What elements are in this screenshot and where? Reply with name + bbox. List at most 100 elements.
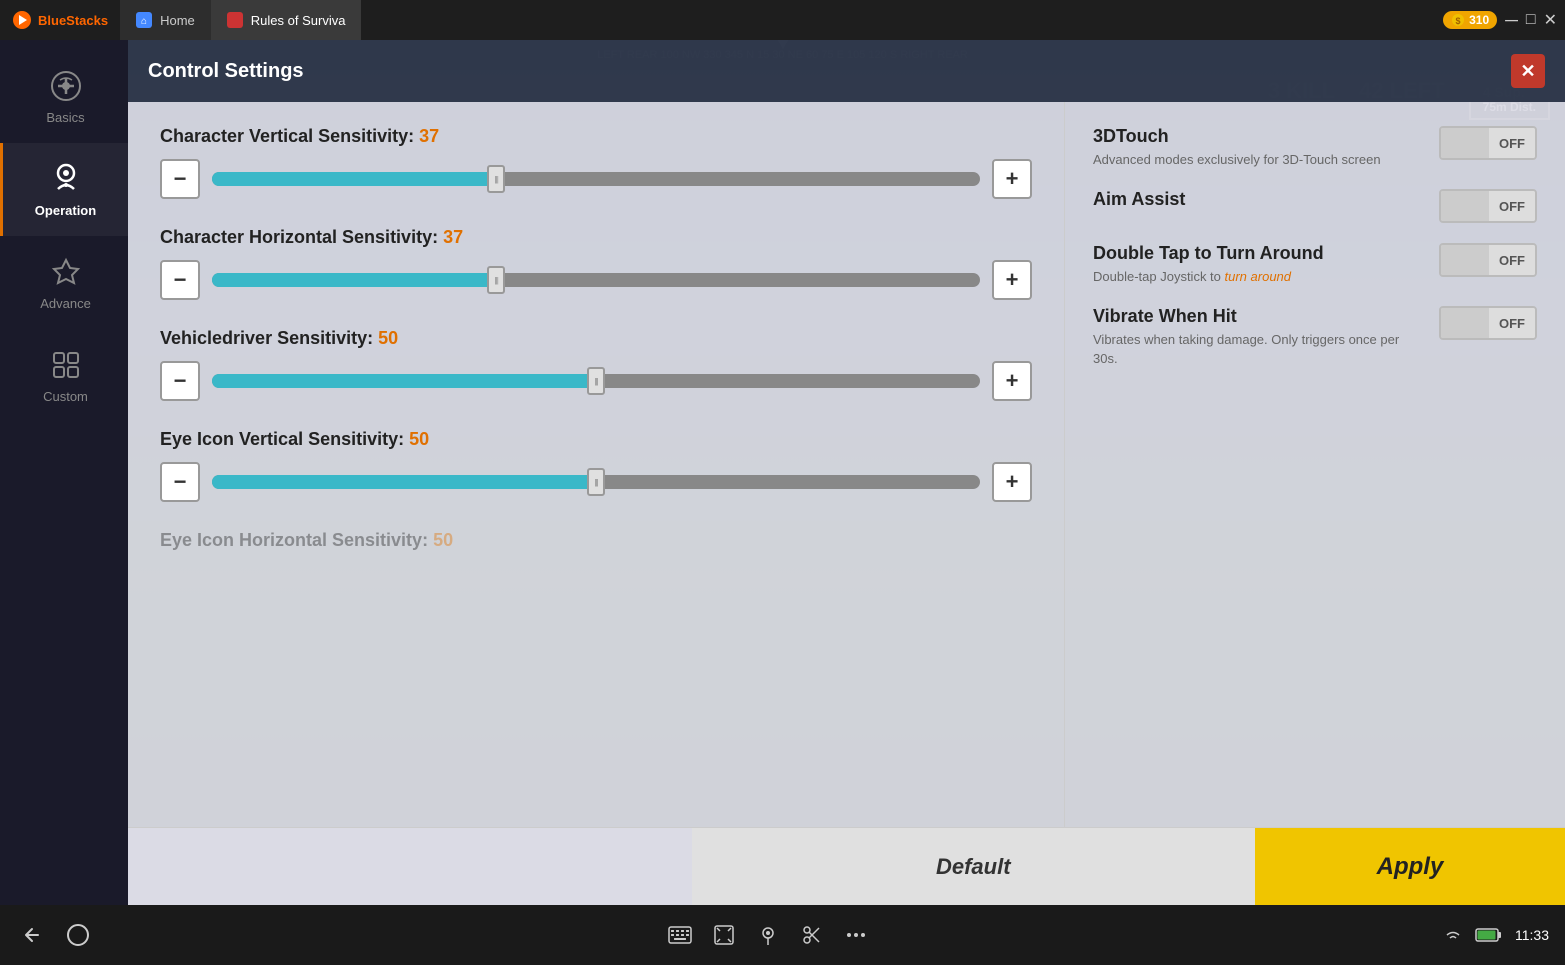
tab-game[interactable]: Rules of Surviva: [211, 0, 362, 40]
setting-eye-horiz: Eye Icon Horizontal Sensitivity: 50: [160, 530, 1032, 570]
3dtouch-desc: Advanced modes exclusively for 3D-Touch …: [1093, 151, 1427, 169]
double-tap-track: [1441, 245, 1489, 275]
bluestacks-logo: BlueStacks: [0, 10, 120, 30]
tab-home[interactable]: ⌂ Home: [120, 0, 211, 40]
eye-vert-slider[interactable]: [212, 475, 980, 489]
3dtouch-toggle[interactable]: OFF: [1439, 126, 1537, 160]
home-btn[interactable]: [64, 921, 92, 949]
vehicle-fill: [212, 374, 596, 388]
more-icon[interactable]: [842, 921, 870, 949]
aim-assist-off-label: OFF: [1489, 191, 1535, 221]
3dtouch-track: [1441, 128, 1489, 158]
char-vert-thumb[interactable]: [487, 165, 505, 193]
double-tap-desc: Double-tap Joystick to turn around: [1093, 268, 1427, 286]
sidebar-advance-label: Advance: [40, 296, 91, 311]
setting-char-vert: Character Vertical Sensitivity: 37 − +: [160, 126, 1032, 199]
apply-button[interactable]: Apply: [1255, 828, 1565, 905]
default-button[interactable]: Default: [692, 828, 1256, 905]
char-horiz-label: Character Horizontal Sensitivity: 37: [160, 227, 1032, 248]
sidebar-custom-label: Custom: [43, 389, 88, 404]
aim-assist-toggle[interactable]: OFF: [1439, 189, 1537, 223]
keyboard-icon[interactable]: [666, 921, 694, 949]
eye-vert-minus-btn[interactable]: −: [160, 462, 200, 502]
char-vert-minus-btn[interactable]: −: [160, 159, 200, 199]
char-horiz-thumb[interactable]: [487, 266, 505, 294]
char-horiz-minus-btn[interactable]: −: [160, 260, 200, 300]
bottom-nav-center: [666, 921, 870, 949]
sidebar-item-advance[interactable]: Advance: [0, 236, 128, 329]
close-title-btn[interactable]: ✕: [1544, 10, 1557, 30]
clock: 11:33: [1515, 927, 1549, 943]
char-horiz-slider-row: − +: [160, 260, 1032, 300]
vibrate-desc: Vibrates when taking damage. Only trigge…: [1093, 331, 1427, 367]
sidebar-item-operation[interactable]: Operation: [0, 143, 128, 236]
toggle-row-double-tap: Double Tap to Turn Around Double-tap Joy…: [1093, 243, 1537, 286]
char-horiz-fill: [212, 273, 496, 287]
setting-eye-vert: Eye Icon Vertical Sensitivity: 50 − +: [160, 429, 1032, 502]
home-tab-icon: ⌂: [136, 12, 152, 28]
home-tab-label: Home: [160, 13, 195, 28]
coin-icon: $: [1451, 13, 1465, 27]
settings-right-panel: 3DTouch Advanced modes exclusively for 3…: [1065, 102, 1565, 827]
back-btn[interactable]: [16, 921, 44, 949]
tab-bar: ⌂ Home Rules of Surviva: [120, 0, 361, 40]
wifi-icon: [1443, 927, 1463, 943]
restore-btn[interactable]: □: [1526, 11, 1536, 29]
char-horiz-value: 37: [443, 227, 463, 247]
vehicle-minus-btn[interactable]: −: [160, 361, 200, 401]
setting-char-horiz: Character Horizontal Sensitivity: 37 − +: [160, 227, 1032, 300]
char-vert-slider[interactable]: [212, 172, 980, 186]
aim-assist-track: [1441, 191, 1489, 221]
aim-assist-label: Aim Assist: [1093, 189, 1427, 210]
vehicle-thumb[interactable]: [587, 367, 605, 395]
game-tab-label: Rules of Surviva: [251, 13, 346, 28]
3dtouch-off-label: OFF: [1489, 128, 1535, 158]
eye-vert-plus-btn[interactable]: +: [992, 462, 1032, 502]
footer-spacer: [128, 828, 692, 905]
operation-icon: [48, 161, 84, 197]
char-horiz-slider[interactable]: [212, 273, 980, 287]
eye-horiz-label: Eye Icon Horizontal Sensitivity: 50: [160, 530, 1032, 551]
advance-icon: [48, 254, 84, 290]
vehicle-label: Vehicledriver Sensitivity: 50: [160, 328, 1032, 349]
vibrate-label: Vibrate When Hit: [1093, 306, 1427, 327]
sidebar-item-basics[interactable]: Basics: [0, 50, 128, 143]
sidebar-item-custom[interactable]: Custom: [0, 329, 128, 422]
toggle-row-vibrate: Vibrate When Hit Vibrates when taking da…: [1093, 306, 1537, 367]
double-tap-toggle[interactable]: OFF: [1439, 243, 1537, 277]
close-dialog-btn[interactable]: ✕: [1511, 54, 1545, 88]
coin-count: 310: [1469, 13, 1489, 27]
sidebar-basics-label: Basics: [46, 110, 84, 125]
title-bar-right: $ 310 ─ □ ✕: [1443, 10, 1565, 31]
battery-icon: [1475, 927, 1503, 943]
minimize-btn[interactable]: ─: [1505, 10, 1518, 31]
toggle-row-aim-assist: Aim Assist OFF: [1093, 189, 1537, 223]
vibrate-toggle[interactable]: OFF: [1439, 306, 1537, 340]
char-vert-slider-row: − +: [160, 159, 1032, 199]
eye-vert-thumb[interactable]: [587, 468, 605, 496]
dialog-header: Control Settings ✕: [128, 40, 1565, 102]
vehicle-slider[interactable]: [212, 374, 980, 388]
vehicle-plus-btn[interactable]: +: [992, 361, 1032, 401]
scissors-icon[interactable]: [798, 921, 826, 949]
location-icon[interactable]: [754, 921, 782, 949]
basics-icon: [48, 68, 84, 104]
eye-vert-label: Eye Icon Vertical Sensitivity: 50: [160, 429, 1032, 450]
3dtouch-label: 3DTouch: [1093, 126, 1427, 147]
svg-text:$: $: [1456, 16, 1461, 26]
3dtouch-info: 3DTouch Advanced modes exclusively for 3…: [1093, 126, 1427, 169]
char-horiz-plus-btn[interactable]: +: [992, 260, 1032, 300]
vibrate-track: [1441, 308, 1489, 338]
title-bar: BlueStacks ⌂ Home Rules of Surviva $ 310…: [0, 0, 1565, 40]
dialog-body: Character Vertical Sensitivity: 37 − + C…: [128, 102, 1565, 827]
custom-icon: [48, 347, 84, 383]
svg-text:⌂: ⌂: [141, 16, 147, 27]
double-tap-info: Double Tap to Turn Around Double-tap Joy…: [1093, 243, 1427, 286]
sidebar-operation-label: Operation: [35, 203, 96, 218]
char-vert-plus-btn[interactable]: +: [992, 159, 1032, 199]
toggle-row-3dtouch: 3DTouch Advanced modes exclusively for 3…: [1093, 126, 1537, 169]
bottom-status: 11:33: [1443, 927, 1549, 943]
vehicle-value: 50: [378, 328, 398, 348]
screen-icon[interactable]: [710, 921, 738, 949]
aim-assist-info: Aim Assist: [1093, 189, 1427, 214]
